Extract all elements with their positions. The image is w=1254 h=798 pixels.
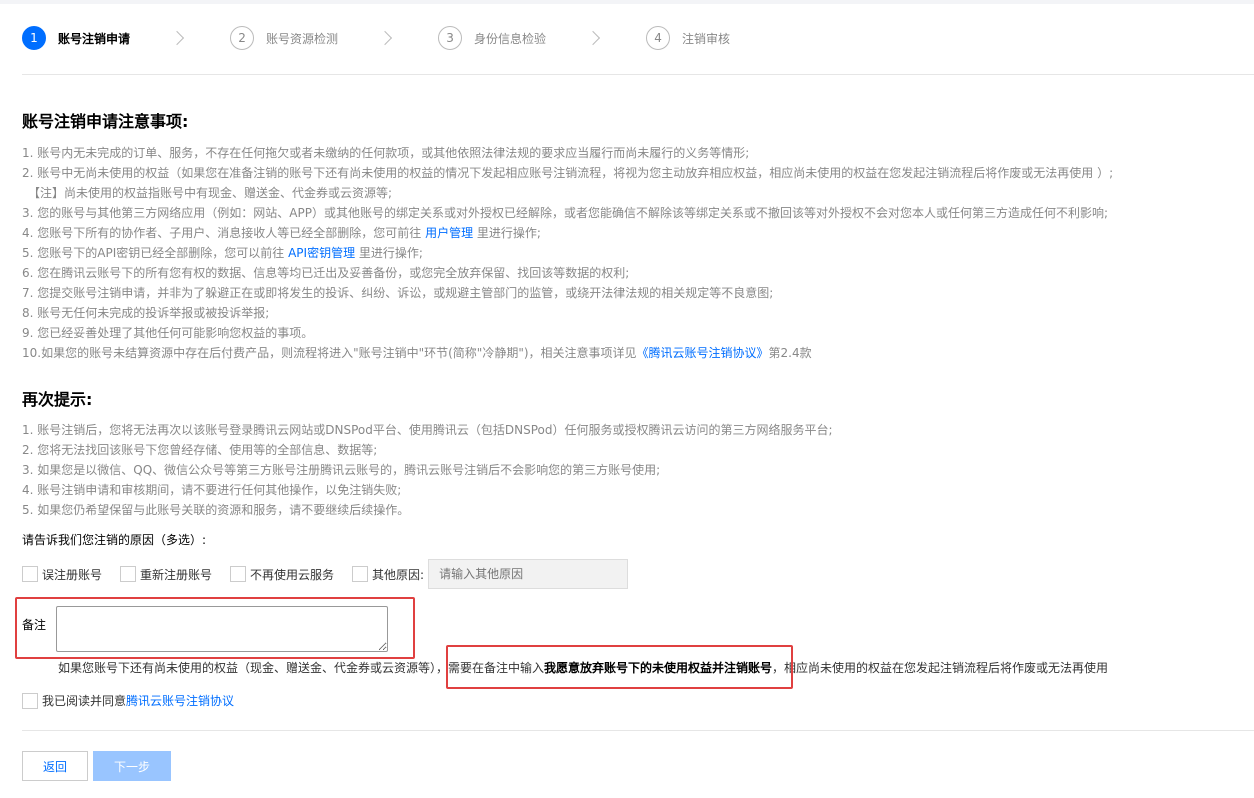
step-3-label: 身份信息检验 xyxy=(474,31,547,46)
notice-item-text: 4. 您账号下所有的协作者、子用户、消息接收人等已经全部删除，您可前往 xyxy=(22,226,426,240)
note-text-end: ，相应尚未使用的权益在您发起注销流程后将作废或无法再使用 xyxy=(772,661,1109,675)
checkbox[interactable] xyxy=(120,566,137,582)
step-2-number: 2 xyxy=(230,26,255,50)
notice-item: 8. 账号无任何未完成的投诉举报或被投诉举报; xyxy=(22,303,1242,323)
reason-label: 不再使用云服务 xyxy=(250,567,335,582)
divider xyxy=(22,74,1254,75)
reason-misregistered[interactable]: 误注册账号 xyxy=(22,566,102,583)
notice-item-text: 10.如果您的账号未结算资源中存在后付费产品，则流程将进入"账号注销中"环节(简… xyxy=(22,346,637,360)
notice-item-link[interactable]: 用户管理 xyxy=(425,226,473,240)
chevron-right-icon xyxy=(585,30,601,46)
notice-item-text: 8. 账号无任何未完成的投诉举报或被投诉举报; xyxy=(22,306,270,320)
next-button[interactable]: 下一步 xyxy=(93,751,171,781)
checkbox[interactable] xyxy=(352,566,369,582)
step-1-number: 1 xyxy=(22,26,46,50)
reminder-list: 1. 账号注销后，您将无法再次以该账号登录腾讯云网站或DNSPod平台、使用腾讯… xyxy=(22,420,1242,520)
page: 1 账号注销申请 2 账号资源检测 3 身份信息检验 4 注销审核 账号注销申请… xyxy=(0,4,1254,798)
chevron-right-icon xyxy=(169,30,185,46)
reason-label: 其他原因: xyxy=(372,567,425,582)
reason-reregister[interactable]: 重新注册账号 xyxy=(120,566,212,583)
reminder-item: 5. 如果您仍希望保留与此账号关联的资源和服务，请不要继续后续操作。 xyxy=(22,503,410,517)
step-1-label: 账号注销申请 xyxy=(58,31,131,46)
agreement-checkbox[interactable] xyxy=(22,692,38,709)
notice-item-text: 【注】尚未使用的权益指账号中有现金、赠送金、代金券或云资源等; xyxy=(22,186,393,200)
notice-item-text-end: 第2.4款 xyxy=(768,346,812,360)
reminder-item: 4. 账号注销申请和审核期间，请不要进行任何其他操作，以免注销失败; xyxy=(22,483,402,497)
progress-steps: 1 账号注销申请 2 账号资源检测 3 身份信息检验 4 注销审核 xyxy=(22,24,730,52)
reason-label: 误注册账号 xyxy=(42,567,103,582)
step-2: 2 账号资源检测 xyxy=(230,24,338,52)
notice-item: 9. 您已经妥善处理了其他任何可能影响您权益的事项。 xyxy=(22,323,1242,343)
back-button[interactable]: 返回 xyxy=(22,751,88,781)
notice-item-text: 1. 账号内无未完成的订单、服务，不存在任何拖欠或者未缴纳的任何款项，或其他依照… xyxy=(22,146,750,160)
highlight-box xyxy=(446,645,793,689)
step-3-number: 3 xyxy=(438,26,463,50)
step-2-label: 账号资源检测 xyxy=(266,31,339,46)
step-4-label: 注销审核 xyxy=(682,31,731,46)
notice-item: 1. 账号内无未完成的订单、服务，不存在任何拖欠或者未缴纳的任何款项，或其他依照… xyxy=(22,143,1242,163)
notice-item: 7. 您提交账号注销申请，并非为了躲避正在或即将发生的投诉、纠纷、诉讼，或规避主… xyxy=(22,283,1242,303)
reason-label: 重新注册账号 xyxy=(140,567,213,582)
notice-item-text: 7. 您提交账号注销申请，并非为了躲避正在或即将发生的投诉、纠纷、诉讼，或规避主… xyxy=(22,286,774,300)
notice-item: 10.如果您的账号未结算资源中存在后付费产品，则流程将进入"账号注销中"环节(简… xyxy=(22,343,1242,363)
step-3: 3 身份信息检验 xyxy=(438,24,546,52)
remark-label: 备注 xyxy=(22,618,47,632)
agreement-link[interactable]: 腾讯云账号注销协议 xyxy=(126,694,234,708)
notice-item-text: 6. 您在腾讯云账号下的所有您有权的数据、信息等均已迁出及妥善备份，或您完全放弃… xyxy=(22,266,630,280)
notice-item: 【注】尚未使用的权益指账号中有现金、赠送金、代金券或云资源等; xyxy=(22,183,1242,203)
reasons-title: 请告诉我们您注销的原因（多选）: xyxy=(22,533,207,547)
agreement-label: 我已阅读并同意腾讯云账号注销协议 xyxy=(42,692,234,709)
reminder-item: 1. 账号注销后，您将无法再次以该账号登录腾讯云网站或DNSPod平台、使用腾讯… xyxy=(22,423,833,437)
notice-item-text: 9. 您已经妥善处理了其他任何可能影响您权益的事项。 xyxy=(22,326,314,340)
divider xyxy=(22,730,1254,731)
notice-item-text-end: 里进行操作; xyxy=(355,246,423,260)
notice-item-text: 2. 账号中无尚未使用的权益（如果您在准备注销的账号下还有尚未使用的权益的情况下… xyxy=(22,166,1114,180)
notice-list: 1. 账号内无未完成的订单、服务，不存在任何拖欠或者未缴纳的任何款项，或其他依照… xyxy=(22,143,1242,363)
notice-item-text-end: 里进行操作; xyxy=(473,226,541,240)
notice-item: 6. 您在腾讯云账号下的所有您有权的数据、信息等均已迁出及妥善备份，或您完全放弃… xyxy=(22,263,1242,283)
reason-other[interactable]: 其他原因: xyxy=(352,566,424,583)
reminder-item: 2. 您将无法找回该账号下您曾经存储、使用等的全部信息、数据等; xyxy=(22,443,378,457)
notice-item: 3. 您的账号与其他第三方网络应用（例如：网站、APP）或其他账号的绑定关系或对… xyxy=(22,203,1242,223)
notice-title: 账号注销申请注意事项: xyxy=(22,112,189,131)
checkbox[interactable] xyxy=(22,566,38,582)
remark-textarea[interactable] xyxy=(56,606,388,652)
other-reason-input[interactable] xyxy=(428,559,629,589)
step-4-number: 4 xyxy=(646,26,671,50)
chevron-right-icon xyxy=(377,30,393,46)
checkbox[interactable] xyxy=(230,566,247,582)
notice-item-link[interactable]: 《腾讯云账号注销协议》 xyxy=(637,346,769,360)
notice-item: 2. 账号中无尚未使用的权益（如果您在准备注销的账号下还有尚未使用的权益的情况下… xyxy=(22,163,1242,183)
notice-item: 4. 您账号下所有的协作者、子用户、消息接收人等已经全部删除，您可前往 用户管理… xyxy=(22,223,1242,243)
step-1: 1 账号注销申请 xyxy=(22,24,130,52)
agreement-text: 我已阅读并同意 xyxy=(42,694,127,708)
agreement-checkbox-row[interactable]: 我已阅读并同意腾讯云账号注销协议 xyxy=(22,692,234,709)
reminder-item: 3. 如果您是以微信、QQ、微信公众号等第三方账号注册腾讯云账号的，腾讯云账号注… xyxy=(22,463,661,477)
reason-no-longer-use[interactable]: 不再使用云服务 xyxy=(230,566,334,583)
step-4: 4 注销审核 xyxy=(646,24,730,52)
notice-item-link[interactable]: API密钥管理 xyxy=(288,246,355,260)
reminder-title: 再次提示: xyxy=(22,390,93,409)
notice-item-text: 5. 您账号下的API密钥已经全部删除，您可以前往 xyxy=(22,246,289,260)
reasons-group: 误注册账号 重新注册账号 不再使用云服务 其他原因: xyxy=(22,557,629,591)
notice-item-text: 3. 您的账号与其他第三方网络应用（例如：网站、APP）或其他账号的绑定关系或对… xyxy=(22,206,1108,220)
notice-item: 5. 您账号下的API密钥已经全部删除，您可以前往 API密钥管理 里进行操作; xyxy=(22,243,1242,263)
